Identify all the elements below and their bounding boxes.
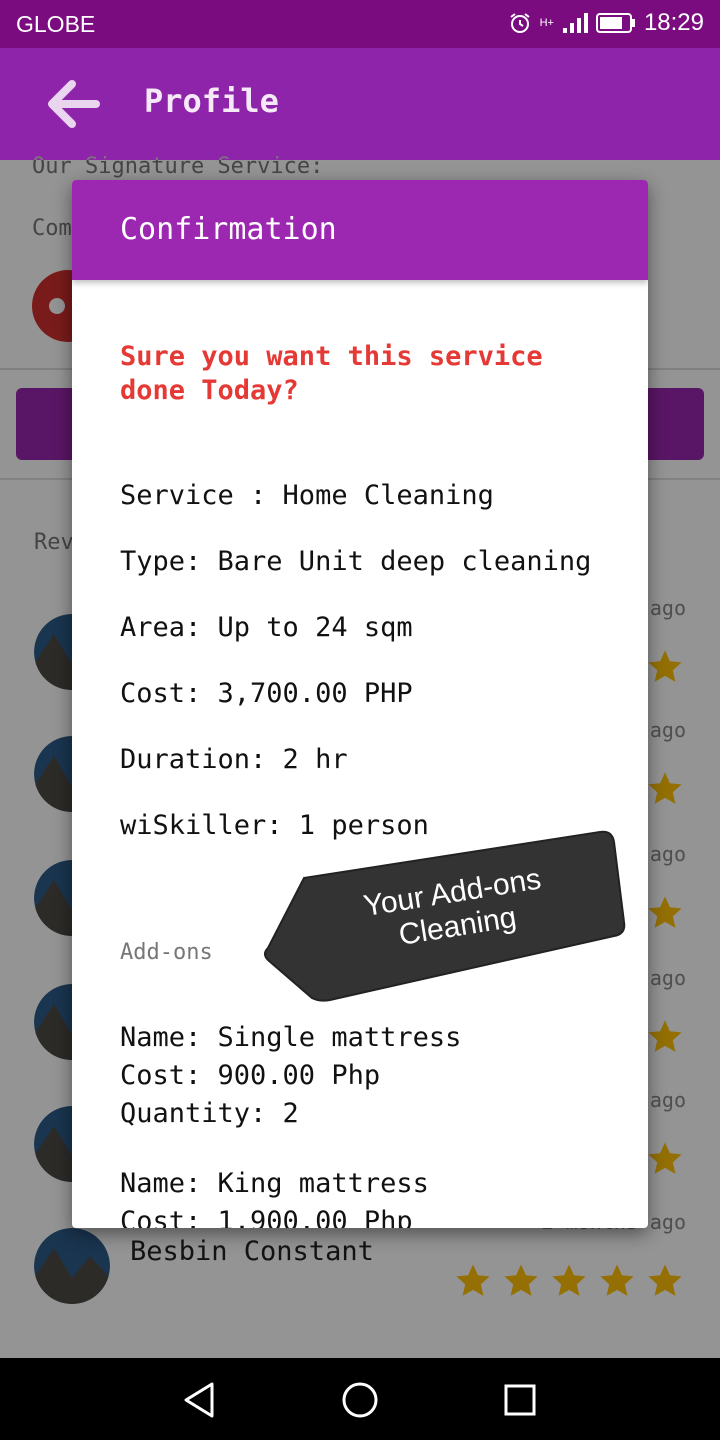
page-title: Profile: [144, 82, 279, 120]
dialog-header: Confirmation: [72, 180, 648, 280]
clock: 18:29: [643, 9, 704, 36]
dialog-title: Confirmation: [120, 212, 337, 247]
detail-cost: Cost: 3,700.00 PHP: [120, 678, 413, 709]
back-nav-icon[interactable]: [180, 1380, 220, 1420]
battery-icon: [595, 13, 635, 33]
confirmation-question: Sure you want this service done Today?: [120, 341, 543, 406]
network-type: H+: [539, 17, 554, 29]
detail-area: Area: Up to 24 sqm: [120, 612, 413, 643]
addon-cost: Cost: 1,900.00 Php: [120, 1206, 413, 1228]
alarm-icon: [509, 13, 530, 33]
detail-duration: Duration: 2 hr: [120, 744, 348, 775]
status-bar: GLOBE H+ 18:29: [0, 0, 720, 48]
navigation-bar: [0, 1358, 720, 1440]
detail-service: Service : Home Cleaning: [120, 480, 494, 511]
confirmation-dialog: Confirmation Sure you want this service …: [72, 180, 648, 1228]
detail-type: Type: Bare Unit deep cleaning: [120, 546, 592, 577]
addon-name: Name: Single mattress: [120, 1022, 462, 1053]
carrier-name: GLOBE: [16, 11, 96, 37]
recents-nav-icon[interactable]: [500, 1380, 540, 1420]
arrow-left-icon[interactable]: [40, 76, 104, 132]
addons-label: Add-ons: [120, 940, 213, 965]
signal-icon: [562, 13, 588, 33]
addon-name: Name: King mattress: [120, 1168, 429, 1199]
app-bar: Profile: [0, 48, 720, 160]
addon-quantity: Quantity: 2: [120, 1098, 299, 1129]
status-icons: H+ 18:29: [508, 9, 704, 37]
home-nav-icon[interactable]: [340, 1380, 380, 1420]
addon-cost: Cost: 900.00 Php: [120, 1060, 381, 1091]
